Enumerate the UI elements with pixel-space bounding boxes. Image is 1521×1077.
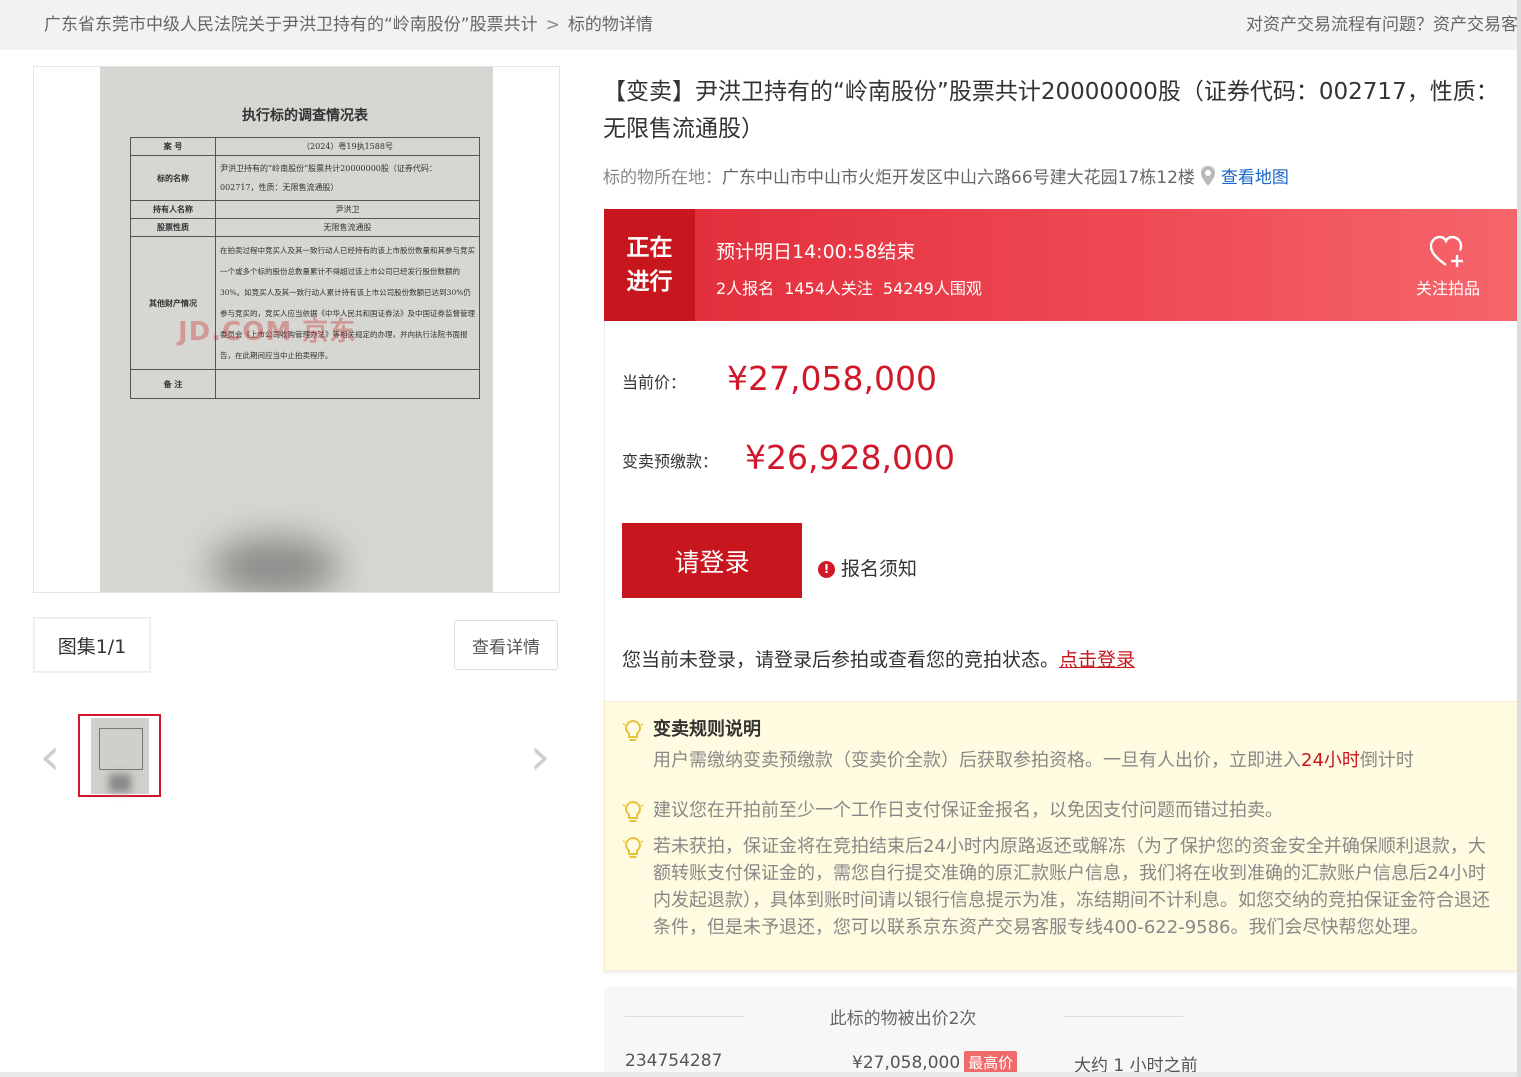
current-price-label: 当前价：: [622, 373, 687, 392]
heart-plus-icon: [1429, 235, 1463, 267]
follower-count: 1454人关注: [784, 279, 873, 298]
bid-history: 此标的物被出价2次 234754287 ¥27,058,000 最高价 大约 1 …: [604, 987, 1519, 1077]
view-details-button[interactable]: 查看详情: [454, 620, 558, 670]
rule-3-text: 若未获拍，保证金将在竞拍结束后24小时内原路返还或解冻（为了保护您的资金安全并确…: [653, 836, 1490, 938]
doc-key: 标的名称: [130, 155, 216, 201]
doc-key: 持有人名称: [130, 200, 216, 219]
signup-count: 2人报名: [716, 279, 775, 298]
thumbnail-document-image: [91, 718, 149, 794]
caption-divider-right: [1063, 1016, 1183, 1017]
login-hint: 您当前未登录，请登录后参拍或查看您的竞拍状态。点击登录: [622, 645, 1135, 672]
end-time: 预计明日14:00:58结束: [716, 241, 916, 263]
doc-value: （2024）粤19执1588号: [215, 137, 480, 156]
breadcrumb: 广东省东莞市中级人民法院关于尹洪卫持有的“岭南股份”股票共计 > 标的物详情: [44, 10, 653, 35]
doc-key: 案 号: [130, 137, 216, 156]
deposit-amount: ¥26,928,000: [745, 438, 955, 477]
prev-image-arrow-icon[interactable]: ‹: [30, 731, 70, 786]
lightbulb-icon: [622, 836, 644, 858]
doc-value: [215, 369, 480, 399]
follow-item-button[interactable]: 关注拍品: [1404, 235, 1492, 299]
bidder-id: 234754287: [625, 1051, 723, 1071]
status-badge: 正在 进行: [604, 209, 695, 321]
view-map-link[interactable]: 查看地图: [1221, 168, 1289, 188]
status-line-1: 正在: [626, 235, 673, 261]
price-panel: 当前价： ¥27,058,000 变卖预缴款： ¥26,928,000 请登录 …: [604, 321, 1521, 701]
doc-key: 其他财产情况: [130, 236, 216, 370]
rules-panel: 变卖规则说明 用户需缴纳变卖预缴款（变卖价全款）后获取参拍资格。一旦有人出价，立…: [604, 701, 1519, 971]
main-image[interactable]: 执行标的调查情况表 案 号（2024）粤19执1588号 标的名称 尹洪卫持有的“…: [33, 66, 560, 593]
rule-1: 变卖规则说明 用户需缴纳变卖预缴款（变卖价全款）后获取参拍资格。一旦有人出价，立…: [622, 716, 1492, 774]
signup-notice-link[interactable]: ! 报名须知: [818, 554, 917, 581]
doc-value: 无限售流通股: [215, 218, 480, 237]
bid-amount: ¥27,058,000: [852, 1053, 961, 1073]
doc-value: 在拍卖过程中竞买人及其一致行动人已经持有的该上市股份数量和其参与竞买一个或多个标…: [215, 236, 480, 370]
signup-notice-label: 报名须知: [841, 558, 918, 580]
login-hint-text: 您当前未登录，请登录后参拍或查看您的竞拍状态。: [622, 649, 1060, 671]
rule-1-suffix: 倒计时: [1359, 750, 1414, 771]
help-link[interactable]: 对资产交易流程有问题？资产交易客: [1246, 10, 1518, 35]
breadcrumb-parent-link[interactable]: 广东省东莞市中级人民法院关于尹洪卫持有的“岭南股份”股票共计: [44, 15, 538, 35]
map-pin-icon: [1200, 166, 1215, 186]
auction-stats: 2人报名 1454人关注 54249人围观: [716, 275, 992, 299]
lightbulb-icon: [622, 719, 644, 741]
page-bottom-border: [0, 1072, 1521, 1077]
doc-key: 股票性质: [130, 218, 216, 237]
deposit-label: 变卖预缴款：: [622, 452, 719, 471]
rules-title: 变卖规则说明: [653, 719, 761, 740]
blurred-stamp: [210, 537, 340, 592]
item-location: 标的物所在地：广东中山市中山市火炬开发区中山六路66号建大花园17栋12楼 查看地…: [603, 163, 1289, 188]
next-image-arrow-icon[interactable]: ›: [520, 731, 560, 786]
location-address: 广东中山市中山市火炬开发区中山六路66号建大花园17栋12楼: [722, 168, 1195, 188]
lightbulb-icon: [622, 800, 644, 822]
gallery-count: 图集1/1: [33, 617, 151, 673]
view-count: 54249人围观: [882, 279, 982, 298]
rule-2: 建议您在开拍前至少一个工作日支付保证金报名，以免因支付问题而错过拍卖。: [622, 797, 1492, 824]
page-scrollbar[interactable]: [1517, 0, 1521, 1077]
breadcrumb-bar: 广东省东莞市中级人民法院关于尹洪卫持有的“岭南股份”股票共计 > 标的物详情 对资产…: [0, 0, 1521, 50]
highest-bid-badge: 最高价: [964, 1051, 1018, 1074]
rule-3: 若未获拍，保证金将在竞拍结束后24小时内原路返还或解冻（为了保护您的资金安全并确…: [622, 833, 1492, 941]
status-line-2: 进行: [626, 269, 673, 295]
login-button[interactable]: 请登录: [622, 523, 802, 598]
document-table: 案 号（2024）粤19执1588号 标的名称 尹洪卫持有的“岭南股份”股票共计2…: [130, 137, 480, 399]
current-price: ¥27,058,000: [727, 359, 937, 398]
doc-value: 尹洪卫: [215, 200, 480, 219]
jd-watermark: JD.COM 京东: [178, 317, 357, 347]
rule-1-highlight: 24小时: [1301, 750, 1360, 771]
document-photo: 执行标的调查情况表 案 号（2024）粤19执1588号 标的名称 尹洪卫持有的“…: [100, 67, 493, 592]
follow-label: 关注拍品: [1415, 279, 1480, 298]
doc-value: 尹洪卫持有的“岭南股份”股票共计20000000股（证券代码：002717，性质…: [215, 155, 480, 201]
location-label: 标的物所在地：: [603, 168, 722, 188]
info-icon: !: [818, 561, 835, 578]
rule-2-text: 建议您在开拍前至少一个工作日支付保证金报名，以免因支付问题而错过拍卖。: [653, 800, 1283, 821]
click-login-link[interactable]: 点击登录: [1059, 649, 1135, 671]
doc-key: 备 注: [130, 369, 216, 399]
thumbnail-1[interactable]: [78, 714, 161, 797]
auction-status-banner: 正在 进行 预计明日14:00:58结束 2人报名 1454人关注 54249人围观 …: [604, 209, 1519, 321]
breadcrumb-current: 标的物详情: [567, 15, 653, 35]
breadcrumb-separator: >: [545, 15, 560, 35]
bid-amount-cell: ¥27,058,000 最高价: [852, 1051, 1018, 1074]
document-title: 执行标的调查情况表: [242, 108, 368, 124]
rule-1-text: 用户需缴纳变卖预缴款（变卖价全款）后获取参拍资格。一旦有人出价，立即进入: [653, 750, 1301, 771]
item-title: 【变卖】尹洪卫持有的“岭南股份”股票共计20000000股（证券代码：00271…: [603, 79, 1499, 142]
